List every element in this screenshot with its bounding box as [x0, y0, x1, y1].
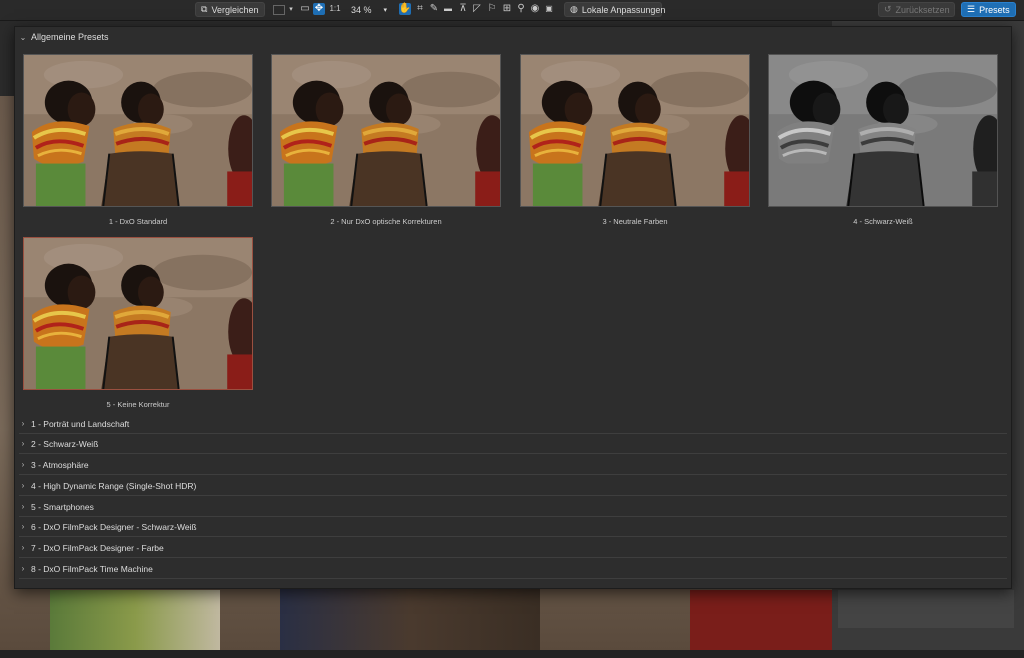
preset-preview-image — [521, 55, 749, 206]
chevron-down-icon: ⌄ — [19, 32, 27, 42]
perspective-icon[interactable]: ⊼ — [457, 3, 469, 15]
zoom-select[interactable]: 34 % ▾ — [346, 2, 392, 17]
presets-button[interactable]: ☰ Presets — [961, 2, 1016, 17]
chevron-right-icon: › — [21, 543, 25, 552]
section-header-general[interactable]: ⌄ Allgemeine Presets — [19, 30, 109, 44]
grid-icon[interactable]: ⊞ — [501, 3, 513, 15]
preset-thumbnail-3[interactable] — [520, 54, 750, 207]
group-label: 3 - Atmosphäre — [31, 459, 89, 470]
local-adjust-label: Lokale Anpassungen — [581, 4, 666, 15]
viewer-photo-region — [280, 582, 540, 652]
zoom-value: 34 % — [351, 4, 372, 15]
eye-icon[interactable]: ◉ — [529, 3, 541, 15]
chevron-right-icon: › — [21, 460, 25, 469]
preset-group-time-machine[interactable]: › 8 - DxO FilmPack Time Machine — [19, 559, 1007, 579]
preset-label: 4 - Schwarz-Weiß — [853, 217, 913, 226]
repair-icon[interactable]: ⚲ — [515, 3, 527, 15]
mask-icon[interactable]: ▣ — [543, 3, 555, 15]
preset-preview-image — [24, 55, 252, 206]
chevron-down-icon: ▾ — [383, 6, 387, 14]
preset-group-hdr[interactable]: › 4 - High Dynamic Range (Single-Shot HD… — [19, 476, 1007, 496]
section-title: Allgemeine Presets — [31, 32, 109, 42]
preset-label: 5 - Keine Korrektur — [106, 400, 170, 409]
group-label: 2 - Schwarz-Weiß — [31, 438, 99, 449]
reset-button[interactable]: ↺ Zurücksetzen — [878, 2, 955, 17]
preset-thumbnail-4[interactable] — [768, 54, 998, 207]
horizon-icon[interactable]: ▬ — [442, 3, 454, 15]
chevron-right-icon: › — [21, 419, 25, 428]
undo-icon: ↺ — [884, 4, 892, 14]
preset-thumbnail-1[interactable] — [23, 54, 253, 207]
preset-group-atmosphere[interactable]: › 3 - Atmosphäre — [19, 455, 1007, 475]
preset-label: 2 - Nur DxO optische Korrekturen — [330, 217, 442, 226]
group-label: 4 - High Dynamic Range (Single-Shot HDR) — [31, 480, 197, 491]
preset-preview-image — [272, 55, 500, 206]
preset-label: 1 - DxO Standard — [108, 217, 168, 226]
viewer-photo-region — [690, 590, 832, 652]
chevron-right-icon: › — [21, 564, 25, 573]
globe-icon: ◍ — [570, 4, 578, 14]
layout-icon[interactable] — [273, 5, 285, 15]
flag-icon[interactable]: ⚐ — [486, 3, 498, 15]
crop-icon[interactable]: ⌗ — [414, 3, 426, 15]
hand-tool-icon[interactable]: ✋ — [399, 3, 411, 15]
preset-thumbnail-2[interactable] — [271, 54, 501, 207]
preset-preview-image — [24, 238, 252, 389]
sliders-icon: ☰ — [967, 4, 976, 14]
local-adjust-button[interactable]: ◍ Lokale Anpassungen — [564, 2, 665, 17]
compare-button[interactable]: ⧉ Vergleichen — [195, 2, 265, 17]
preset-group-filmpack-bw[interactable]: › 6 - DxO FilmPack Designer - Schwarz-We… — [19, 517, 1007, 537]
preset-group-filmpack-color[interactable]: › 7 - DxO FilmPack Designer - Farbe — [19, 538, 1007, 558]
fit-screen-icon[interactable]: ▭ — [299, 3, 311, 15]
move-tool-icon[interactable]: ✥ — [313, 3, 325, 15]
preset-thumbnail-5[interactable] — [23, 237, 253, 390]
preset-preview-image — [769, 55, 997, 206]
presets-label: Presets — [979, 4, 1010, 15]
chevron-down-icon[interactable]: ▾ — [285, 3, 297, 15]
reset-label: Zurücksetzen — [895, 4, 950, 15]
eyedropper-icon[interactable]: ✎ — [428, 3, 440, 15]
preset-group-black-white[interactable]: › 2 - Schwarz-Weiß — [19, 434, 1007, 454]
compare-icon: ⧉ — [201, 4, 208, 14]
dock-block — [838, 590, 1014, 628]
preset-group-portrait-landscape[interactable]: › 1 - Porträt und Landschaft — [19, 414, 1007, 434]
chevron-right-icon: › — [21, 439, 25, 448]
presets-panel: ⌄ Allgemeine Presets 1 - DxO Standard 2 … — [14, 26, 1012, 589]
reshape-icon[interactable]: ◸ — [471, 3, 483, 15]
status-strip — [0, 650, 1024, 658]
preset-label: 3 - Neutrale Farben — [602, 217, 668, 226]
chevron-right-icon: › — [21, 481, 25, 490]
group-label: 6 - DxO FilmPack Designer - Schwarz-Weiß — [31, 521, 197, 532]
viewer-photo-region — [50, 590, 220, 652]
chevron-right-icon: › — [21, 522, 25, 531]
compare-label: Vergleichen — [211, 4, 259, 15]
group-label: 1 - Porträt und Landschaft — [31, 418, 130, 429]
top-toolbar: ⧉ Vergleichen ▾ ▭ ✥ 1:1 34 % ▾ ✋ ⌗ ✎ ▬ ⊼… — [0, 0, 1024, 21]
group-label: 5 - Smartphones — [31, 501, 94, 512]
group-label: 8 - DxO FilmPack Time Machine — [31, 563, 153, 574]
chevron-right-icon: › — [21, 502, 25, 511]
group-label: 7 - DxO FilmPack Designer - Farbe — [31, 542, 164, 553]
one-to-one-button[interactable]: 1:1 — [328, 3, 342, 15]
preset-group-smartphones[interactable]: › 5 - Smartphones — [19, 497, 1007, 517]
